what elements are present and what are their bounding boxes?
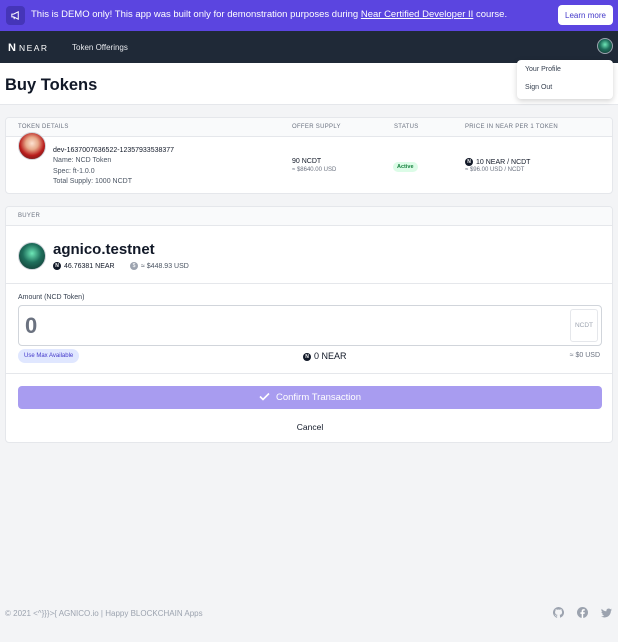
buyer-usd-balance: $ ≈ $448.93 USD xyxy=(130,262,189,270)
buyer-card-header: BUYER xyxy=(6,207,612,226)
top-navbar: N NEAR Token Offerings xyxy=(0,31,618,63)
dollar-icon: $ xyxy=(130,262,138,270)
buyer-usd-balance-value: ≈ $448.93 USD xyxy=(141,262,189,270)
demo-banner: This is DEMO only! This app was built on… xyxy=(0,0,618,31)
amount-input[interactable] xyxy=(25,312,555,340)
status-badge: Active xyxy=(393,162,418,172)
token-table-header: TOKEN DETAILS OFFER SUPPLY STATUS PRICE … xyxy=(6,118,612,137)
header-offer-supply: OFFER SUPPLY xyxy=(292,124,341,130)
confirm-transaction-button[interactable]: Confirm Transaction xyxy=(18,386,602,409)
near-icon: N xyxy=(303,352,311,361)
near-icon: N xyxy=(465,158,473,166)
token-spec: Spec: ft-1.0.0 xyxy=(53,168,95,175)
header-price: PRICE IN NEAR PER 1 TOKEN xyxy=(465,124,558,130)
divider xyxy=(6,373,612,374)
amount-unit: NCDT xyxy=(570,309,598,342)
use-max-available-button[interactable]: Use Max Available xyxy=(18,349,80,363)
amount-field: NCDT xyxy=(18,305,602,346)
token-avatar xyxy=(18,132,46,160)
user-menu-dropdown: Your Profile Sign Out xyxy=(517,60,613,99)
footer: © 2021 <^}}}>{ AGNICO.io | Happy BLOCKCH… xyxy=(0,583,618,642)
twitter-icon[interactable] xyxy=(601,607,612,618)
offer-supply-usd: ≈ $8640.00 USD xyxy=(292,167,337,173)
near-total: N0 NEAR xyxy=(303,351,347,361)
token-price-usd: ≈ $96.00 USD / NCDT xyxy=(465,167,525,173)
token-total-supply: Total Supply: 1000 NCDT xyxy=(53,178,132,185)
near-total-value: 0 NEAR xyxy=(314,351,347,361)
near-icon: N xyxy=(53,262,61,270)
facebook-icon[interactable] xyxy=(577,607,588,618)
header-token-details: TOKEN DETAILS xyxy=(18,124,69,130)
banner-course-link[interactable]: Near Certified Developer II xyxy=(361,9,473,20)
buyer-near-balance-value: 46.76381 NEAR xyxy=(64,262,115,270)
footer-copyright: © 2021 <^}}}>{ AGNICO.io | Happy BLOCKCH… xyxy=(5,609,203,618)
amount-label: Amount (NCD Token) xyxy=(18,294,85,301)
header-status: STATUS xyxy=(394,124,419,130)
checkmark-icon xyxy=(259,392,270,404)
token-price-value: 10 NEAR / NCDT xyxy=(476,158,531,166)
banner-message: This is DEMO only! This app was built on… xyxy=(31,9,507,20)
megaphone-icon xyxy=(6,6,25,25)
menu-item-sign-out[interactable]: Sign Out xyxy=(525,84,552,91)
divider xyxy=(6,283,612,284)
near-logo[interactable]: N NEAR xyxy=(8,42,49,54)
cancel-button[interactable]: Cancel xyxy=(6,422,612,432)
buyer-card: BUYER agnico.testnet N 46.76381 NEAR $ ≈ $… xyxy=(5,206,613,443)
usd-total: ≈ $0 USD xyxy=(569,352,600,359)
github-icon[interactable] xyxy=(553,607,564,618)
confirm-transaction-label: Confirm Transaction xyxy=(275,392,361,403)
learn-more-button[interactable]: Learn more xyxy=(558,5,613,25)
token-contract-id: dev-1637007636522-12357933538377 xyxy=(53,147,175,154)
token-details-card: TOKEN DETAILS OFFER SUPPLY STATUS PRICE … xyxy=(5,117,613,194)
token-name: Name: NCD Token xyxy=(53,157,112,164)
banner-text-end: course. xyxy=(473,9,508,20)
token-price: N 10 NEAR / NCDT xyxy=(465,158,530,166)
nav-token-offerings[interactable]: Token Offerings xyxy=(72,43,128,52)
banner-text: This is DEMO only! This app was built on… xyxy=(31,9,361,20)
offer-supply: 90 NCDT xyxy=(292,158,322,165)
buyer-avatar xyxy=(18,242,46,270)
near-logo-text: NEAR xyxy=(18,43,49,53)
buyer-near-balance: N 46.76381 NEAR xyxy=(53,262,115,270)
menu-item-your-profile[interactable]: Your Profile xyxy=(525,66,561,73)
user-avatar[interactable] xyxy=(597,38,613,54)
page-title: Buy Tokens xyxy=(5,76,98,94)
header-buyer: BUYER xyxy=(18,213,41,219)
near-logo-icon: N xyxy=(8,42,16,54)
buyer-account-name: agnico.testnet xyxy=(53,241,155,258)
